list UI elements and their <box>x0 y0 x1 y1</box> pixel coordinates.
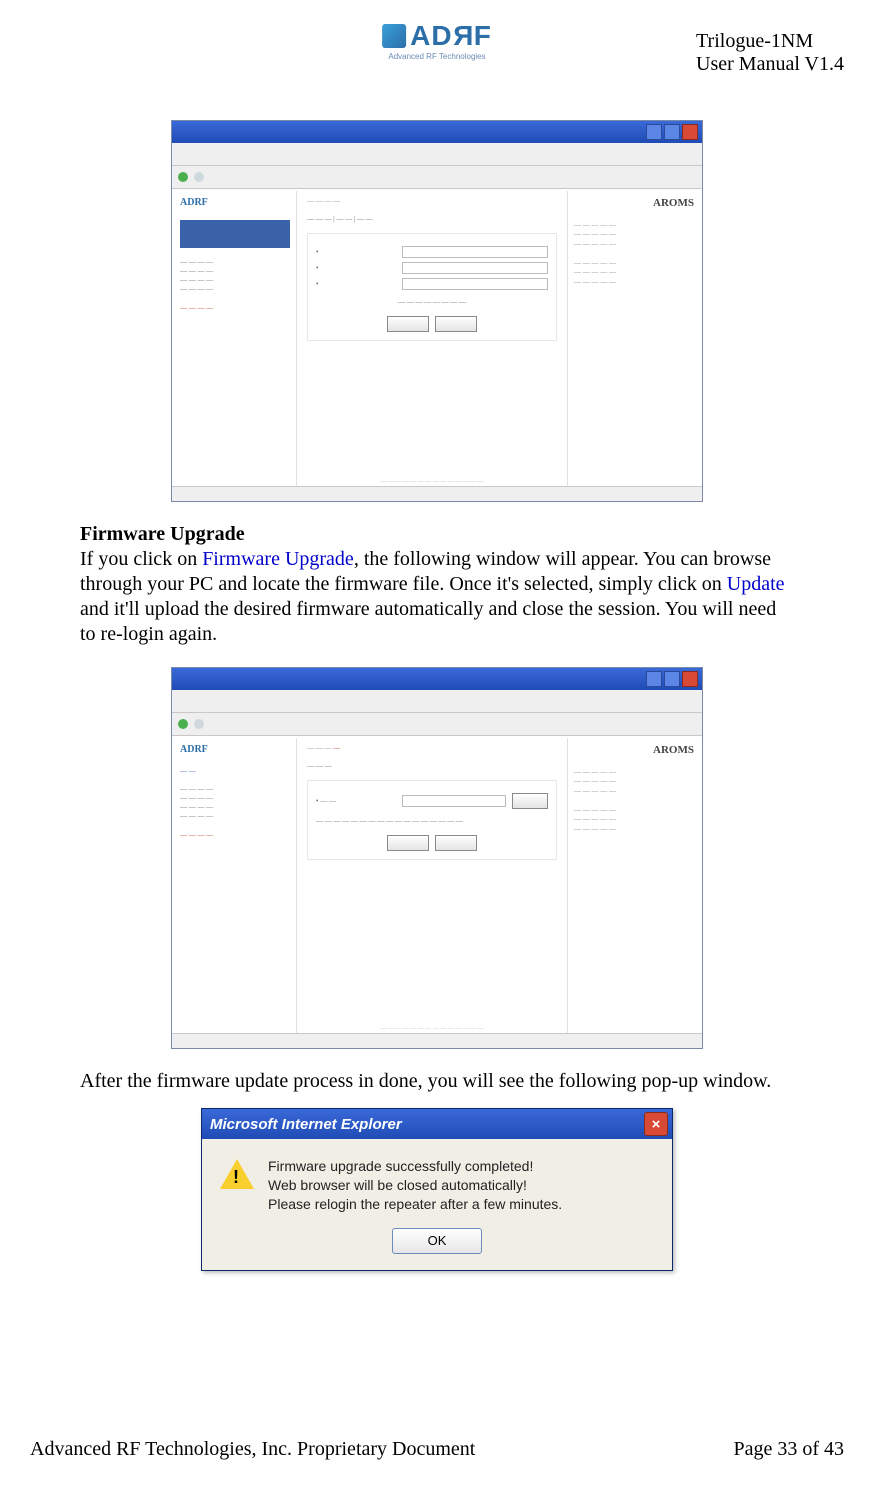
shot2-browse-button <box>512 793 548 809</box>
section-after-update: After the firmware update process in don… <box>80 1069 794 1094</box>
minimize-icon <box>646 124 662 140</box>
maximize-icon <box>664 671 680 687</box>
shot1-panel-title: — — — | — — | — — <box>307 215 557 223</box>
shot2-logo: ADRF <box>180 744 290 755</box>
warning-icon <box>220 1159 254 1189</box>
header-right: Trilogue-1NM User Manual V1.4 <box>696 30 844 76</box>
dialog-title-text: Microsoft Internet Explorer <box>210 1116 402 1133</box>
forward-icon <box>194 719 204 729</box>
dialog-ok-button[interactable]: OK <box>392 1228 482 1254</box>
dialog-titlebar: Microsoft Internet Explorer × <box>202 1109 672 1139</box>
page-header: ADRF Advanced RF Technologies Trilogue-1… <box>30 20 844 100</box>
shot2-panel-title: — — — <box>307 762 557 770</box>
shot2-footer: — — — — — — — — — — — — — — <box>294 1026 570 1032</box>
shot1-form-panel: • • • — — — — — — — — <box>307 233 557 341</box>
dialog-body: Firmware upgrade successfully completed!… <box>202 1139 672 1228</box>
shot2-right-text: — — — — —— — — — —— — — — —— — — — —— — … <box>574 768 694 834</box>
doc-title: Trilogue-1NM <box>696 30 844 53</box>
link-firmware-upgrade: Firmware Upgrade <box>202 548 354 570</box>
minimize-icon <box>646 671 662 687</box>
shot1-sidebar-box <box>180 220 290 248</box>
shot2-sidebar-link2: — — — — <box>180 831 290 839</box>
dialog-line2: Web browser will be closed automatically… <box>268 1176 562 1195</box>
para1-c: and it'll upload the desired firmware au… <box>80 598 776 645</box>
logo-subtitle: Advanced RF Technologies <box>382 52 492 61</box>
shot1-menubar <box>172 143 702 166</box>
shot1-content: ADRF — — — —— — — —— — — —— — — — — — — … <box>174 191 700 487</box>
close-icon <box>682 671 698 687</box>
shot1-sidebar-link: — — — — <box>180 304 290 312</box>
shot1-tabs: — — — — <box>307 197 557 205</box>
dialog-button-row: OK <box>202 1228 672 1270</box>
shot2-sidebar-text: — — — —— — — —— — — —— — — — <box>180 785 290 821</box>
shot2-menubar <box>172 690 702 713</box>
section-title: Firmware Upgrade <box>80 523 245 545</box>
link-update: Update <box>727 573 785 595</box>
logo: ADRF Advanced RF Technologies <box>382 20 492 61</box>
section-firmware-upgrade: Firmware Upgrade If you click on Firmwar… <box>80 522 794 647</box>
back-icon <box>178 172 188 182</box>
screenshot-account-management: ADRF — — — —— — — —— — — —— — — — — — — … <box>171 120 703 502</box>
shot1-footer: — — — — — — — — — — — — — — <box>294 479 570 485</box>
shot1-toolbar <box>172 166 702 189</box>
shot2-form-panel: • — — — — — — — — — — — — — — — — — — — <box>307 780 557 860</box>
para2: After the firmware update process in don… <box>80 1070 771 1092</box>
para1-a: If you click on <box>80 548 202 570</box>
logo-text: ADRF <box>410 20 492 52</box>
shot2-content: ADRF — — — — — —— — — —— — — —— — — — — … <box>174 738 700 1034</box>
forward-icon <box>194 172 204 182</box>
shot1-cancel-button <box>435 316 477 332</box>
shot2-cancel-button <box>435 835 477 851</box>
shot2-titlebar <box>172 668 702 690</box>
dialog-message: Firmware upgrade successfully completed!… <box>268 1157 562 1214</box>
shot1-titlebar <box>172 121 702 143</box>
page-footer: Advanced RF Technologies, Inc. Proprieta… <box>30 1438 844 1461</box>
shot2-file-input <box>402 795 506 807</box>
shot2-toolbar <box>172 713 702 736</box>
shot2-statusbar <box>172 1033 702 1048</box>
shot1-statusbar <box>172 486 702 501</box>
doc-version: User Manual V1.4 <box>696 53 844 76</box>
page: ADRF Advanced RF Technologies Trilogue-1… <box>0 0 874 1489</box>
shot1-apply-button <box>387 316 429 332</box>
dialog-close-button[interactable]: × <box>644 1112 668 1136</box>
shot2-update-button <box>387 835 429 851</box>
shot2-sidebar-link: — — <box>180 767 290 775</box>
close-icon <box>682 124 698 140</box>
shot1-logo: ADRF <box>180 197 290 208</box>
shot1-sidebar-text: — — — —— — — —— — — —— — — — <box>180 258 290 294</box>
screenshot-firmware-upgrade: ADRF — — — — — —— — — —— — — —— — — — — … <box>171 667 703 1049</box>
shot2-tabs: — — — — <box>307 744 557 752</box>
logo-mark-icon <box>382 24 406 48</box>
shot1-aroms-label: AROMS <box>574 197 694 209</box>
maximize-icon <box>664 124 680 140</box>
dialog-line3: Please relogin the repeater after a few … <box>268 1195 562 1214</box>
footer-right: Page 33 of 43 <box>733 1438 844 1461</box>
dialog-line1: Firmware upgrade successfully completed! <box>268 1157 562 1176</box>
dialog-firmware-complete: Microsoft Internet Explorer × Firmware u… <box>201 1108 673 1271</box>
shot2-aroms-label: AROMS <box>574 744 694 756</box>
footer-left: Advanced RF Technologies, Inc. Proprieta… <box>30 1438 475 1461</box>
shot1-right-text: — — — — —— — — — —— — — — —— — — — —— — … <box>574 221 694 287</box>
back-icon <box>178 719 188 729</box>
